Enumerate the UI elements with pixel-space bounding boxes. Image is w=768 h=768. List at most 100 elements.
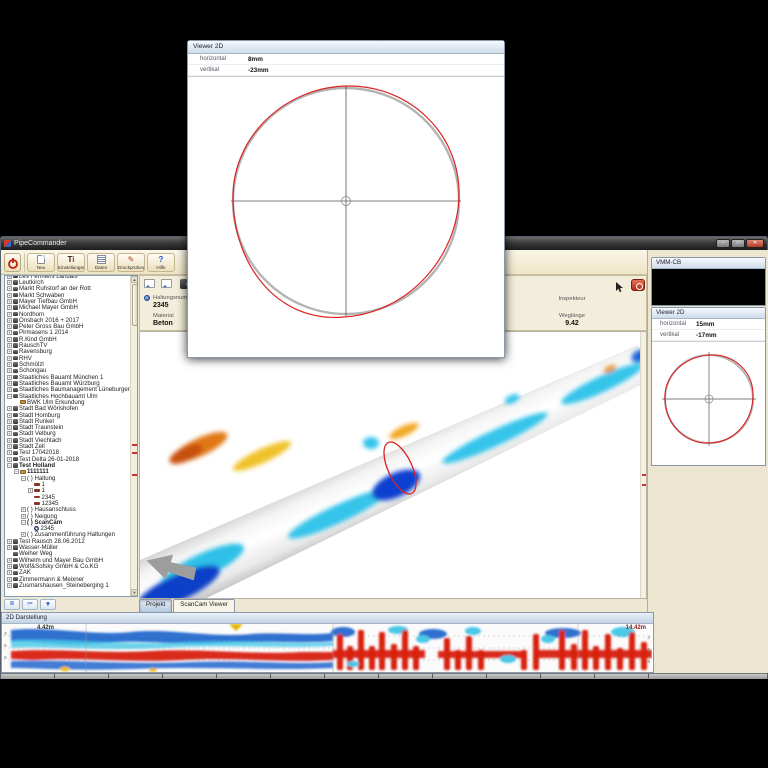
scroll-bookmark <box>132 452 137 454</box>
filter-button[interactable]: ▼ <box>40 599 56 610</box>
expand-icon[interactable]: + <box>7 356 12 361</box>
pipe-icon <box>34 489 40 492</box>
org-icon <box>13 318 18 323</box>
tree-scroll-thumb[interactable] <box>132 284 138 326</box>
expand-icon[interactable]: + <box>7 343 12 348</box>
view3d-scrollbar[interactable] <box>640 332 646 598</box>
expand-icon[interactable]: + <box>7 425 12 430</box>
vmm-cb-title[interactable]: VMM-CB <box>652 258 765 269</box>
scroll-down-icon[interactable]: ▼ <box>131 589 138 596</box>
expand-icon[interactable]: + <box>7 280 12 285</box>
org-icon <box>13 577 18 582</box>
section-status-icon <box>144 295 150 301</box>
close-button[interactable]: ✕ <box>746 239 764 248</box>
org-icon <box>13 438 18 443</box>
power-button[interactable] <box>4 253 21 272</box>
expand-icon[interactable]: + <box>7 406 12 411</box>
expand-icon[interactable]: + <box>7 318 12 323</box>
expand-icon[interactable]: + <box>7 299 12 304</box>
new-button[interactable]: Neu <box>27 253 55 272</box>
record-button[interactable] <box>631 279 645 291</box>
scroll-up-icon[interactable]: ▲ <box>131 276 138 283</box>
expand-icon[interactable]: + <box>7 305 12 310</box>
expand-icon[interactable]: + <box>7 583 12 588</box>
expand-icon[interactable]: + <box>7 564 12 569</box>
tree-view-2-button[interactable]: ≔ <box>22 599 38 610</box>
collapse-icon[interactable]: − <box>21 476 26 481</box>
minimize-button[interactable]: – <box>716 239 730 248</box>
2d-darstellung-panel: 2D Darstellung 4.42m 14.42m 3 6 9 3 6 9 <box>1 612 654 673</box>
expand-icon[interactable]: + <box>7 457 12 462</box>
expand-icon[interactable]: + <box>7 438 12 443</box>
expand-icon[interactable]: + <box>7 444 12 449</box>
org-icon <box>13 343 18 348</box>
expand-icon[interactable]: + <box>7 387 12 392</box>
expand-icon[interactable]: + <box>7 419 12 424</box>
eye-icon <box>34 526 39 531</box>
pipe-3d-view[interactable] <box>139 331 647 599</box>
expand-icon[interactable]: + <box>7 545 12 550</box>
collapse-icon[interactable]: − <box>14 469 19 474</box>
expand-icon[interactable]: + <box>21 532 26 537</box>
viewer2d-right-title[interactable]: Viewer 2D <box>652 308 765 319</box>
tab-scancam-viewer[interactable]: ScanCam Viewer <box>173 599 235 612</box>
expand-icon[interactable]: + <box>7 570 12 575</box>
horizontal-value: 8mm <box>248 56 263 63</box>
settings-icon: Ti <box>58 254 84 265</box>
expand-icon[interactable]: + <box>7 337 12 342</box>
no-expander <box>7 551 12 556</box>
tree-item[interactable]: +Zusmarshausen_Steineberging 1 <box>5 582 131 588</box>
expand-icon[interactable]: + <box>7 293 12 298</box>
data-button[interactable]: Daten <box>87 253 115 272</box>
collapse-icon[interactable]: − <box>7 463 12 468</box>
pipe-icon <box>34 483 40 486</box>
clock-tick: 3 <box>647 636 650 641</box>
tree-scrollbar[interactable]: ▲ ▼ <box>130 276 137 596</box>
expand-icon[interactable]: + <box>7 324 12 329</box>
expand-icon[interactable]: + <box>7 349 12 354</box>
expand-icon[interactable]: + <box>28 488 33 493</box>
expand-icon[interactable]: + <box>7 275 12 279</box>
expand-icon[interactable]: + <box>7 539 12 544</box>
expand-icon[interactable]: + <box>7 413 12 418</box>
filter-icon: ▼ <box>45 601 51 608</box>
expand-icon[interactable]: + <box>7 368 12 373</box>
expand-icon[interactable]: + <box>7 577 12 582</box>
cross-section-graphic-small <box>652 342 765 460</box>
org-icon <box>13 324 18 329</box>
expand-icon[interactable]: + <box>21 514 26 519</box>
org-icon <box>13 457 18 462</box>
maximize-button[interactable]: □ <box>731 239 745 248</box>
pressure-test-icon: ✎ <box>118 254 144 265</box>
expand-icon[interactable]: + <box>7 450 12 455</box>
pressure-test-button[interactable]: ✎ Druckprüfung <box>117 253 145 272</box>
scan-heatmap[interactable]: 4.42m 14.42m 3 6 9 3 6 9 <box>3 624 652 672</box>
cursor-tool-icon[interactable] <box>616 280 624 298</box>
clock-tick: 6 <box>647 648 650 653</box>
viewer2d-floating-title[interactable]: Viewer 2D <box>188 41 504 54</box>
clock-tick: 6 <box>4 644 7 649</box>
project-tree: +Les Fermiers Landais+Leutkirch+Markt Ru… <box>5 275 131 589</box>
expand-icon[interactable]: + <box>7 330 12 335</box>
collapse-icon[interactable]: − <box>21 520 26 525</box>
2d-darstellung-title[interactable]: 2D Darstellung <box>2 613 653 624</box>
tree-view-1-button[interactable]: ≣ <box>4 599 20 610</box>
import-icon[interactable] <box>161 279 172 288</box>
collapse-icon[interactable]: − <box>7 394 12 399</box>
expand-icon[interactable]: + <box>7 375 12 380</box>
expand-icon[interactable]: + <box>7 312 12 317</box>
expand-icon[interactable]: + <box>21 507 26 512</box>
settings-button[interactable]: Ti Einstellungen <box>57 253 85 272</box>
scroll-bookmark <box>132 444 137 446</box>
expand-icon[interactable]: + <box>7 558 12 563</box>
export-icon[interactable] <box>144 279 155 288</box>
tab-projekt[interactable]: Projekt <box>139 599 172 612</box>
help-button[interactable]: ? Hilfe <box>147 253 175 272</box>
org-icon <box>13 571 18 576</box>
expand-icon[interactable]: + <box>7 431 12 436</box>
expand-icon[interactable]: + <box>7 381 12 386</box>
inspekteur-label: Inspekteur <box>540 296 604 302</box>
expand-icon[interactable]: + <box>7 362 12 367</box>
expand-icon[interactable]: + <box>7 286 12 291</box>
project-tree-panel: +Les Fermiers Landais+Leutkirch+Markt Ru… <box>4 275 138 597</box>
